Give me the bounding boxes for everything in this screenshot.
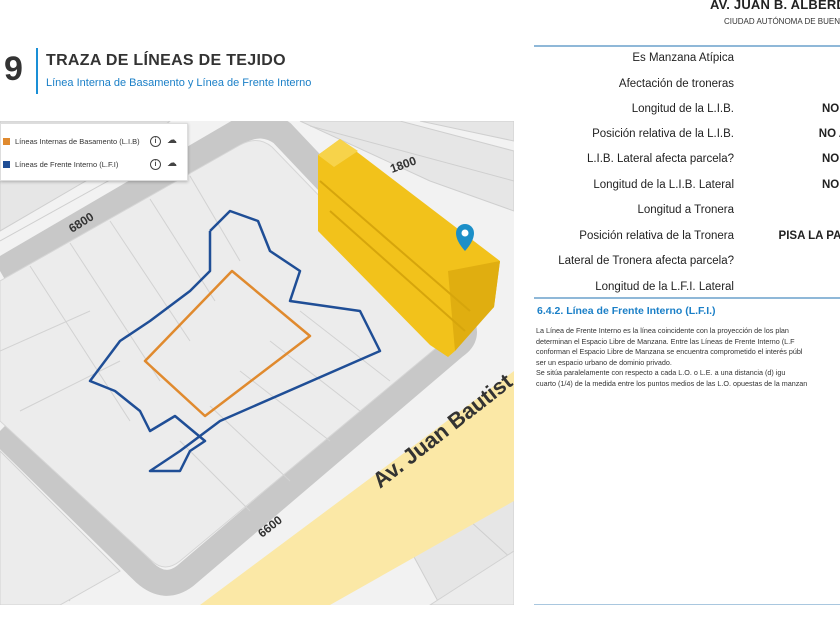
property-label: Longitud a Tronera bbox=[637, 204, 734, 216]
property-row: Longitud de la L.I.B. NO AP bbox=[534, 103, 840, 121]
section-accent-bar bbox=[36, 48, 38, 94]
legend-label-lfi: Líneas de Frente Interno (L.F.I) bbox=[15, 159, 119, 169]
paragraph-line: Se sitúa paralelamente con respecto a ca… bbox=[536, 368, 786, 377]
paragraph-line: ser un espacio urbano de dominio privado… bbox=[536, 357, 672, 367]
section-subtitle: Línea Interna de Basamento y Línea de Fr… bbox=[46, 77, 312, 89]
property-row: L.I.B. Lateral afecta parcela? NO AP bbox=[534, 153, 840, 171]
subsection-divider bbox=[534, 297, 840, 299]
cloud-download-icon[interactable]: ☁ bbox=[167, 159, 177, 170]
legend-item-lfi[interactable]: Líneas de Frente Interno (L.F.I) bbox=[3, 157, 118, 171]
legend-swatch-lfi bbox=[3, 160, 10, 168]
legend-label-lib: Líneas Internas de Basamento (L.I.B) bbox=[15, 136, 140, 146]
property-row: Longitud de la L.I.B. Lateral NO AP bbox=[534, 179, 840, 197]
section-title: TRAZA DE LÍNEAS DE TEJIDO bbox=[46, 52, 286, 69]
property-label: Es Manzana Atípica bbox=[632, 52, 734, 64]
legend-actions-lfi: i ☁ bbox=[150, 159, 177, 170]
info-icon[interactable]: i bbox=[150, 136, 161, 147]
property-label: Longitud de la L.I.B. Lateral bbox=[593, 179, 734, 191]
property-label: Posición relativa de la Tronera bbox=[579, 230, 734, 242]
property-value: NO AP bbox=[822, 103, 840, 115]
header-city: CIUDAD AUTÓNOMA DE BUEN bbox=[724, 17, 840, 26]
property-value: PISA LA PARC bbox=[778, 230, 840, 242]
paragraph-line: determinan el Espacio Libre de Manzana. … bbox=[536, 336, 795, 346]
paragraph-line: cuarto (1/4) de la medida entre los punt… bbox=[536, 378, 808, 388]
map-legend: Líneas Internas de Basamento (L.I.B) i ☁… bbox=[0, 123, 188, 181]
property-row: Posición relativa de la L.I.B. NO API bbox=[534, 128, 840, 146]
paragraph-line: conforman el Espacio Libre de Manzana se… bbox=[536, 347, 803, 356]
property-label: Afectación de troneras bbox=[618, 78, 734, 90]
subsection-title: 6.4.2. Línea de Frente Interno (L.F.I.) bbox=[537, 305, 716, 317]
legend-actions-lib: i ☁ bbox=[150, 136, 177, 147]
section-number: 9 bbox=[4, 50, 23, 88]
property-value: NO API bbox=[818, 128, 840, 140]
header-address: AV. JUAN B. ALBERD bbox=[709, 0, 840, 12]
info-icon[interactable]: i bbox=[150, 159, 161, 170]
property-label: Lateral de Tronera afecta parcela? bbox=[558, 255, 734, 267]
property-row: Afectación de troneras bbox=[534, 78, 840, 96]
property-value: NO AP bbox=[822, 153, 840, 165]
map-canvas: 6800 1800 6600 Av. Juan Bautist bbox=[0, 121, 514, 605]
subsection-paragraph: La Línea de Frente Interno es la línea c… bbox=[536, 326, 840, 389]
property-label: Posición relativa de la L.I.B. bbox=[592, 128, 734, 140]
property-label: Longitud de la L.F.I. Lateral bbox=[595, 281, 734, 293]
property-row: Lateral de Tronera afecta parcela? bbox=[534, 255, 840, 273]
cloud-download-icon[interactable]: ☁ bbox=[167, 136, 177, 147]
site-map[interactable]: 6800 1800 6600 Av. Juan Bautist Líneas I… bbox=[0, 121, 514, 605]
paragraph-line: La Línea de Frente Interno es la línea c… bbox=[536, 326, 789, 335]
legend-swatch-lib bbox=[3, 137, 10, 145]
property-row: Longitud a Tronera16, bbox=[534, 204, 840, 222]
legend-item-lib[interactable]: Líneas Internas de Basamento (L.I.B) bbox=[3, 134, 140, 148]
property-value: NO AP bbox=[822, 179, 840, 191]
property-row: Es Manzana Atípica bbox=[534, 52, 840, 70]
property-label: Longitud de la L.I.B. bbox=[631, 103, 734, 115]
property-label: L.I.B. Lateral afecta parcela? bbox=[586, 153, 734, 165]
header-divider bbox=[534, 45, 840, 47]
footer-divider bbox=[534, 604, 840, 605]
property-row: Posición relativa de la Tronera PISA LA P… bbox=[534, 230, 840, 248]
